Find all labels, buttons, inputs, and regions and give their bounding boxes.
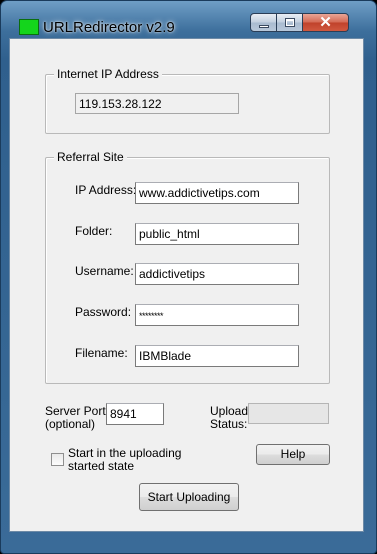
upload-status-box (248, 403, 329, 424)
close-button[interactable]: ✕ (303, 13, 349, 32)
minimize-icon (259, 25, 269, 28)
server-port-input[interactable]: 8941 (106, 403, 164, 425)
folder-input[interactable]: public_html (135, 223, 299, 245)
upload-status-label: Upload (210, 404, 249, 418)
folder-label: Folder: (75, 224, 113, 238)
filename-label: Filename: (75, 346, 128, 360)
app-window: URLRedirector v2.9 ✕ Internet IP Address… (0, 0, 377, 554)
password-label: Password: (75, 305, 132, 319)
start-uploading-button[interactable]: Start Uploading (139, 483, 239, 511)
username-label: Username: (75, 264, 134, 278)
referral-site-group-title: Referral Site (54, 150, 127, 164)
title-bar[interactable]: URLRedirector v2.9 ✕ (1, 1, 376, 37)
referral-site-group: Referral Site IP Address: www.addictivet… (45, 150, 330, 384)
start-state-label: Start in the uploading (68, 446, 182, 460)
ip-address-label: IP Address: (75, 183, 137, 197)
maximize-icon (285, 18, 295, 27)
server-port-label: Server Port: (45, 404, 110, 418)
server-port-optional-label: (optional) (45, 417, 96, 431)
ip-address-input[interactable]: www.addictivetips.com (135, 182, 299, 204)
window-title: URLRedirector v2.9 (43, 19, 175, 36)
close-icon: ✕ (319, 14, 332, 31)
internet-ip-group-title: Internet IP Address (54, 67, 162, 81)
start-uploading-state-checkbox[interactable] (51, 453, 64, 466)
password-input[interactable]: ******** (135, 304, 299, 326)
help-button[interactable]: Help (256, 444, 330, 465)
username-input[interactable]: addictivetips (135, 263, 299, 285)
caption-buttons: ✕ (250, 13, 349, 33)
minimize-button[interactable] (250, 13, 277, 32)
upload-status-label-line2: Status: (210, 417, 248, 431)
filename-input[interactable]: IBMBlade (135, 345, 299, 367)
internet-ip-group: Internet IP Address 119.153.28.122 (45, 67, 330, 134)
internet-ip-field: 119.153.28.122 (75, 93, 239, 114)
dialog-client-area: Internet IP Address 119.153.28.122 Refer… (9, 38, 364, 532)
app-icon (19, 19, 39, 35)
start-state-label-line2: started state (68, 459, 135, 473)
maximize-button[interactable] (277, 13, 303, 32)
